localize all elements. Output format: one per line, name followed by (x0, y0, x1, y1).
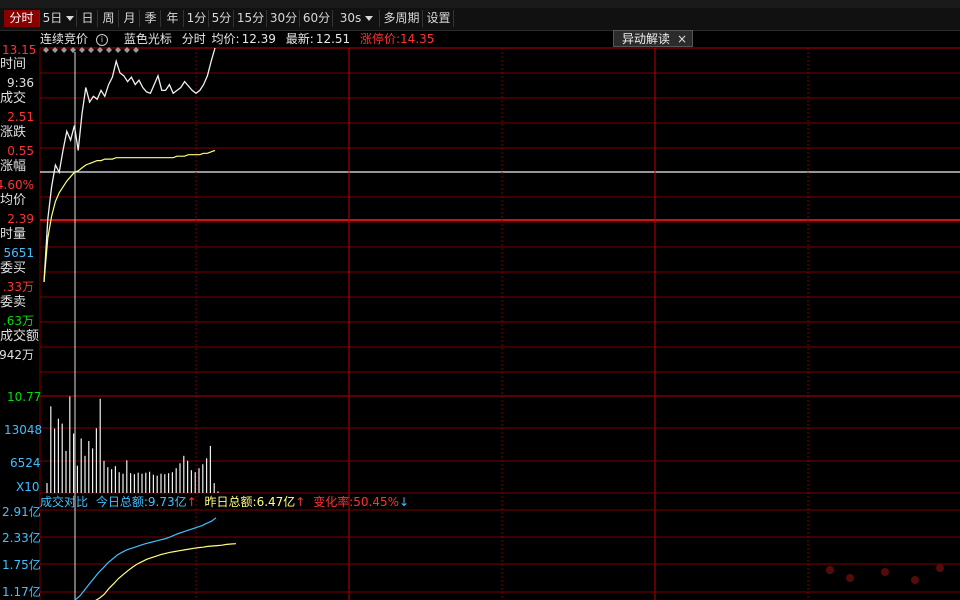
panel-amount-value: 942万 (0, 348, 34, 362)
turnover-axis-3: 1.75亿 (2, 558, 41, 572)
turnover-axis-4: 1.17亿 (2, 585, 41, 599)
yest-total-value: 6.47亿 (256, 495, 296, 509)
turnover-compare-bar: 成交对比 今日总额:9.73亿↑ 昨日总额:6.47亿↑ 变化率:50.45%↓ (40, 494, 960, 510)
change-rate-label: 变化率: (313, 495, 354, 509)
panel-ask-label: 委卖 (0, 295, 27, 310)
panel-time-label: 时间 (0, 57, 27, 72)
change-rate-value: 50.45% (353, 495, 399, 509)
average-price-line (43, 149, 216, 282)
panel-vol-label: 时量 (0, 227, 27, 242)
panel-vol-value: 5651 (3, 246, 34, 260)
intraday-chart[interactable] (0, 0, 960, 600)
panel-bid-value: .33万 (2, 280, 34, 294)
volume-axis-high: 13048 (4, 423, 43, 437)
watermark-mark (826, 566, 834, 574)
watermark-mark (846, 574, 854, 582)
panel-deal-label: 成交 (0, 91, 27, 106)
up-arrow-icon: ↑ (186, 495, 197, 509)
panel-pct-value: 4.60% (0, 178, 34, 192)
panel-pct-label: 涨幅 (0, 159, 27, 174)
watermark-mark (881, 568, 889, 576)
volume-axis-mid: 6524 (10, 456, 41, 470)
panel-change-label: 涨跌 (0, 125, 27, 140)
up-arrow-icon: ↑ (295, 495, 306, 509)
yest-total-label: 昨日总额: (204, 495, 257, 509)
panel-amount-label: 成交额 (0, 329, 40, 344)
panel-avg-value: 2.39 (7, 212, 34, 226)
panel-bid-label: 委买 (0, 261, 27, 276)
watermark-mark (911, 576, 919, 584)
turnover-axis-1: 2.91亿 (2, 505, 41, 519)
bottom-price-label: 10.77 (7, 390, 42, 404)
panel-ask-value: .63万 (2, 314, 34, 328)
panel-time-value: 9:36 (7, 76, 34, 90)
today-turnover-line (74, 517, 217, 600)
turnover-axis-2: 2.33亿 (2, 531, 41, 545)
watermark-mark (936, 564, 944, 572)
today-total-label: 今日总额: (95, 495, 148, 509)
panel-change-value: 0.55 (7, 144, 34, 158)
turnover-title: 成交对比 (40, 495, 89, 509)
today-total-value: 9.73亿 (147, 495, 187, 509)
top-price-label: 13.15 (2, 43, 37, 57)
panel-avg-label: 均价 (0, 193, 27, 208)
volume-axis-unit: X10 (16, 480, 40, 494)
panel-deal-value: 2.51 (7, 110, 34, 124)
down-arrow-icon: ↓ (399, 495, 410, 509)
